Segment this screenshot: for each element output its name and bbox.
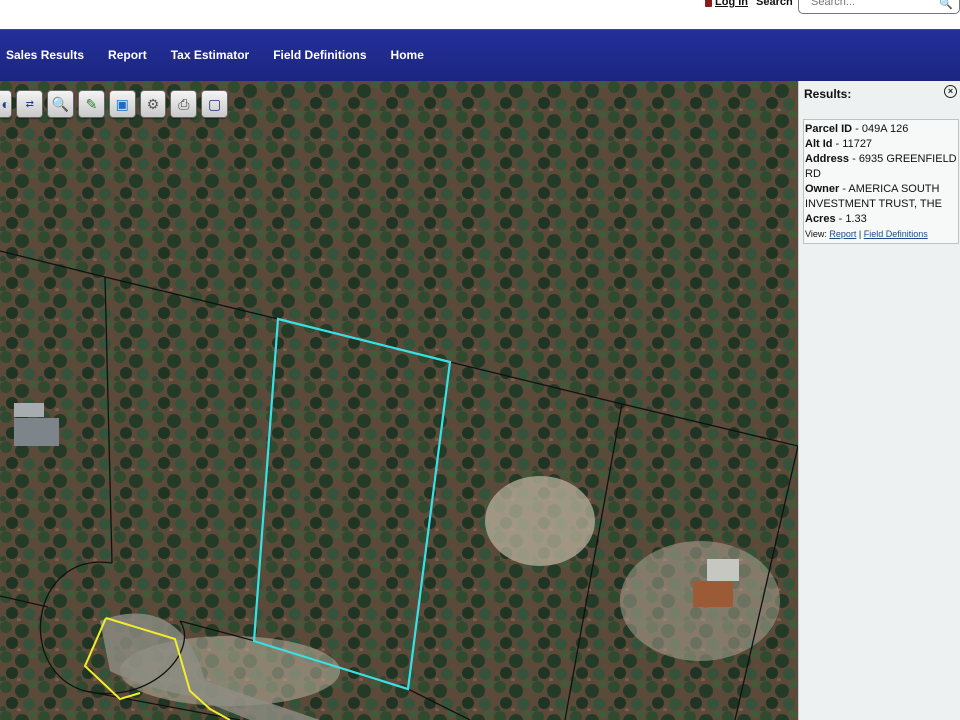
pencil-icon[interactable]: ✎ <box>78 90 105 118</box>
acres-value: 1.33 <box>845 213 867 225</box>
view-label: View: <box>805 229 827 239</box>
nav-tax-estimator[interactable]: Tax Estimator <box>171 48 249 62</box>
field-definitions-link[interactable]: Field Definitions <box>864 229 928 239</box>
map-view[interactable] <box>0 81 798 720</box>
settings-icon[interactable]: ⚙ <box>139 90 167 118</box>
owner-label: Owner <box>805 183 840 195</box>
parcel-id-label: Parcel ID <box>805 123 853 135</box>
nav-sales-results[interactable]: Sales Results <box>6 48 84 62</box>
acres-row: Acres - 1.33 <box>805 213 867 225</box>
report-link[interactable]: Report <box>829 229 856 239</box>
address-row: Address - 6935 GREENFIELD RD <box>805 153 957 180</box>
login-link[interactable]: Log In <box>705 0 748 8</box>
alt-id-row: Alt Id - 11727 <box>805 138 873 150</box>
results-title: Results: <box>804 87 852 101</box>
login-label[interactable]: Log In <box>715 0 748 8</box>
search-icon[interactable]: 🔍 <box>939 0 953 10</box>
print-icon[interactable]: ⎙ <box>170 90 198 118</box>
search-label: Search <box>756 0 793 8</box>
results-panel: Results: × Parcel ID - 049A 126 Alt Id -… <box>798 81 960 720</box>
search-input[interactable] <box>809 0 933 13</box>
owner-row: Owner - AMERICA SOUTH INVESTMENT TRUST, … <box>805 183 942 210</box>
acres-label: Acres <box>805 213 836 225</box>
view-links: View: Report | Field Definitions <box>805 229 928 239</box>
select-icon[interactable]: ▣ <box>108 90 136 118</box>
close-icon[interactable]: × <box>944 85 957 98</box>
globe-icon[interactable]: ◐ <box>0 90 13 118</box>
parcel-result[interactable]: Parcel ID - 049A 126 Alt Id - 11727 Addr… <box>803 119 959 244</box>
building <box>14 403 44 417</box>
alt-id-label: Alt Id <box>805 138 833 150</box>
lock-icon <box>705 0 712 7</box>
parcel-id-value: 049A 126 <box>861 123 909 135</box>
nav-report[interactable]: Report <box>108 48 147 62</box>
measure-icon[interactable]: ⇄ <box>16 90 44 118</box>
nav-field-definitions[interactable]: Field Definitions <box>273 48 366 62</box>
building <box>707 559 739 581</box>
building <box>14 418 59 446</box>
parcel-id-row: Parcel ID - 049A 126 <box>805 123 909 135</box>
top-strip: Log In Search 🔍 <box>0 0 960 29</box>
address-label: Address <box>805 153 850 165</box>
building <box>693 581 733 607</box>
nav-home[interactable]: Home <box>391 48 424 62</box>
alt-id-value: 11727 <box>842 138 873 150</box>
aerial-map[interactable] <box>0 81 798 720</box>
map-toolbar: ◐ ⇄ 🔍 ✎ ▣ ⚙ ⎙ ▢ <box>0 88 229 120</box>
save-icon[interactable]: ▢ <box>201 90 229 118</box>
main-nav: Sales Results Report Tax Estimator Field… <box>0 29 960 82</box>
zoom-icon[interactable]: 🔍 <box>47 90 75 118</box>
search-box[interactable]: 🔍 <box>798 0 960 14</box>
clearing <box>485 476 595 566</box>
